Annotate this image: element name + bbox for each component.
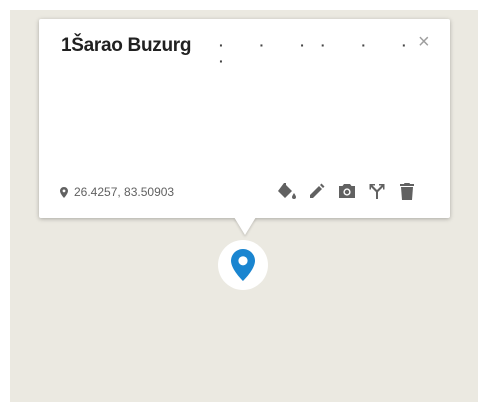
place-toolbar: [277, 181, 417, 201]
edit-button[interactable]: [307, 181, 327, 201]
location-pin-icon: [60, 186, 68, 198]
place-info-card: 1Šarao Buzurg · · ·· · · · × 26.4257, 83…: [39, 19, 450, 218]
delete-button[interactable]: [397, 181, 417, 201]
add-photo-button[interactable]: [337, 181, 357, 201]
trash-icon: [400, 182, 414, 200]
map-canvas[interactable]: 1Šarao Buzurg · · ·· · · · × 26.4257, 83…: [10, 10, 478, 402]
camera-icon: [339, 184, 355, 198]
coordinates-row: 26.4257, 83.50903: [60, 185, 174, 199]
popup-pointer: [234, 217, 256, 235]
close-button[interactable]: ×: [418, 32, 430, 52]
selected-marker[interactable]: [218, 240, 268, 290]
place-subtitle: · · ·· · · ·: [219, 37, 423, 69]
map-pin-icon: [231, 249, 255, 281]
pencil-icon: [310, 183, 325, 198]
paint-bucket-icon: [278, 183, 296, 199]
coordinates-text: 26.4257, 83.50903: [74, 185, 175, 199]
directions-icon: [369, 184, 385, 199]
place-title: 1Šarao Buzurg: [61, 35, 192, 56]
style-button[interactable]: [277, 181, 297, 201]
directions-button[interactable]: [367, 181, 387, 201]
